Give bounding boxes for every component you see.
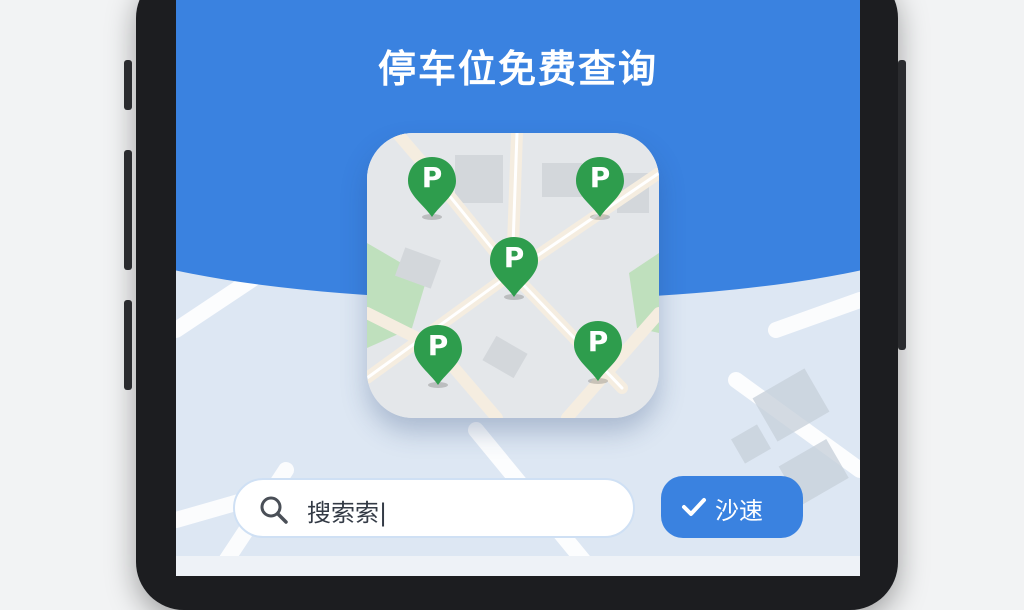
parking-pin-bottom-left: P — [412, 323, 464, 389]
search-input[interactable]: 搜索索| — [233, 478, 635, 538]
search-icon — [259, 495, 289, 529]
parking-pin-bottom-right: P — [572, 319, 624, 385]
phone-side-button — [124, 300, 132, 390]
parking-pin-center: P — [488, 235, 540, 301]
pin-label: P — [503, 241, 525, 274]
bottom-panel — [176, 556, 860, 576]
parking-pin-top-left: P — [406, 155, 458, 221]
page-title: 停车位免费查询 — [377, 47, 658, 91]
phone-screen: 停车位免费查询 P P P P P 搜索索| 沙速 — [176, 0, 860, 576]
pin-label: P — [589, 161, 611, 194]
pin-label: P — [427, 329, 449, 362]
parking-map-icon: P P P P P — [367, 133, 659, 418]
quick-search-button[interactable]: 沙速 — [661, 476, 803, 538]
phone-volume-up-button — [124, 60, 132, 110]
pin-label: P — [421, 161, 443, 194]
pin-label: P — [587, 325, 609, 358]
parking-pin-top-right: P — [574, 155, 626, 221]
phone-power-button — [898, 60, 906, 350]
phone-volume-down-button — [124, 150, 132, 270]
quick-search-label: 沙速 — [715, 497, 763, 525]
search-input-value[interactable]: 搜索索| — [307, 493, 387, 528]
check-icon — [681, 496, 707, 522]
